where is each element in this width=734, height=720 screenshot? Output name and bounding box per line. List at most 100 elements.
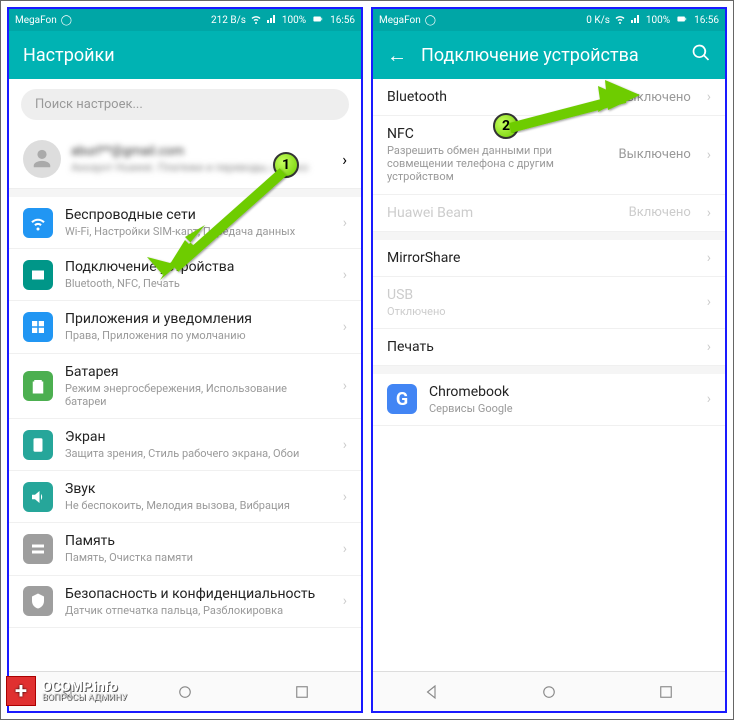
- item-subtitle: Разрешить обмен данными при совмещении т…: [387, 144, 607, 184]
- phone-left-settings: MegaFon ◯ 212 B/s 100% 16:56 Настройки: [7, 7, 363, 713]
- item-subtitle: Режим энергосбережения, Использование ба…: [65, 382, 331, 408]
- battery-icon: [310, 14, 326, 27]
- settings-item-wireless[interactable]: Беспроводные сети Wi-Fi, Настройки SIM-к…: [9, 197, 361, 249]
- item-title: Батарея: [65, 364, 331, 380]
- clock: 16:56: [330, 15, 355, 26]
- chevron-right-icon: ›: [343, 378, 347, 394]
- chevron-right-icon: ›: [343, 267, 347, 283]
- item-mirrorshare[interactable]: MirrorShare ›: [373, 240, 725, 277]
- settings-item-display[interactable]: Экран Защита зрения, Стиль рабочего экра…: [9, 419, 361, 471]
- storage-icon: [23, 534, 53, 564]
- chevron-right-icon: ›: [707, 294, 711, 310]
- page-title: Подключение устройства: [421, 45, 677, 66]
- section-divider: [373, 366, 725, 374]
- back-arrow-icon[interactable]: ←: [387, 43, 407, 68]
- chevron-right-icon: ›: [707, 339, 711, 355]
- item-title: Huawei Beam: [387, 205, 617, 221]
- settings-item-security[interactable]: Безопасность и конфиденциальность Датчик…: [9, 576, 361, 628]
- watermark: + OCOMP.info ВОПРОСЫ АДМИНУ: [6, 676, 127, 706]
- item-subtitle: Память, Очистка памяти: [65, 551, 331, 564]
- item-chromebook[interactable]: G Chromebook Сервисы Google ›: [373, 374, 725, 426]
- settings-item-battery[interactable]: Батарея Режим энергосбережения, Использо…: [9, 354, 361, 419]
- item-title: USB: [387, 287, 695, 303]
- avatar-icon: [23, 140, 61, 178]
- watermark-title: OCOMP.info: [42, 680, 127, 694]
- annotation-step-1: 1: [273, 152, 299, 178]
- device-icon: [23, 260, 53, 290]
- item-title: Подключение устройства: [65, 259, 331, 275]
- chevron-right-icon: ›: [707, 89, 711, 105]
- wifi-icon: [614, 13, 626, 28]
- search-icon[interactable]: [691, 43, 711, 68]
- item-value: Выключено: [619, 147, 691, 162]
- signal-icon: [266, 13, 278, 28]
- item-subtitle: Отключено: [387, 305, 695, 318]
- carrier-icon: ◯: [61, 15, 72, 26]
- net-speed: 0 K/s: [586, 15, 610, 26]
- chevron-right-icon: ›: [343, 215, 347, 231]
- item-title: Печать: [387, 339, 695, 355]
- chevron-right-icon: ›: [707, 147, 711, 163]
- display-icon: [23, 430, 53, 460]
- item-title: Bluetooth: [387, 89, 607, 105]
- item-title: Приложения и уведомления: [65, 311, 331, 327]
- settings-item-sound[interactable]: Звук Не беспокоить, Мелодия вызова, Вибр…: [9, 471, 361, 523]
- carrier-label: MegaFon: [379, 15, 421, 26]
- statusbar-right: MegaFon ◯ 0 K/s 100% 16:56: [373, 9, 725, 31]
- battery-icon: [674, 14, 690, 27]
- chevron-right-icon: ›: [342, 150, 347, 169]
- carrier-icon: ◯: [425, 15, 436, 26]
- wifi-icon: [250, 13, 262, 28]
- item-print[interactable]: Печать ›: [373, 329, 725, 366]
- sound-icon: [23, 482, 53, 512]
- chevron-right-icon: ›: [707, 205, 711, 221]
- google-icon: G: [387, 384, 417, 414]
- item-subtitle: Защита зрения, Стиль рабочего экрана, Об…: [65, 447, 331, 460]
- watermark-subtitle: ВОПРОСЫ АДМИНУ: [42, 694, 127, 703]
- search-input[interactable]: Поиск настроек...: [21, 89, 349, 120]
- chevron-right-icon: ›: [707, 391, 711, 407]
- item-subtitle: Права, Приложения по умолчанию: [65, 329, 331, 342]
- apps-icon: [23, 312, 53, 342]
- chevron-right-icon: ›: [343, 489, 347, 505]
- nav-back-button[interactable]: [412, 672, 452, 712]
- appbar-right: ← Подключение устройства: [373, 31, 725, 79]
- section-divider: [9, 189, 361, 197]
- item-title: Chromebook: [429, 384, 695, 400]
- android-navbar: [373, 671, 725, 711]
- item-title: Звук: [65, 481, 331, 497]
- chevron-right-icon: ›: [707, 250, 711, 266]
- item-value: Выключено: [619, 90, 691, 105]
- item-subtitle: Не беспокоить, Мелодия вызова, Вибрация: [65, 499, 331, 512]
- settings-item-storage[interactable]: Память Память, Очистка памяти ›: [9, 523, 361, 575]
- settings-item-device-connection[interactable]: Подключение устройства Bluetooth, NFC, П…: [9, 249, 361, 301]
- nav-home-button[interactable]: [165, 672, 205, 712]
- item-nfc[interactable]: NFC Разрешить обмен данными при совмещен…: [373, 116, 725, 195]
- appbar-left: Настройки: [9, 31, 361, 79]
- item-title: Беспроводные сети: [65, 207, 331, 223]
- item-bluetooth[interactable]: Bluetooth Выключено ›: [373, 79, 725, 116]
- net-speed: 212 B/s: [211, 15, 246, 26]
- item-subtitle: Wi-Fi, Настройки SIM-карт, Передача данн…: [65, 225, 331, 238]
- chevron-right-icon: ›: [343, 437, 347, 453]
- statusbar-left: MegaFon ◯ 212 B/s 100% 16:56: [9, 9, 361, 31]
- item-subtitle: Сервисы Google: [429, 402, 695, 415]
- item-subtitle: Датчик отпечатка пальца, Разблокировка: [65, 604, 331, 617]
- chevron-right-icon: ›: [343, 319, 347, 335]
- battery-pct: 100%: [646, 15, 670, 26]
- annotation-step-2: 2: [493, 113, 519, 139]
- nav-recent-button[interactable]: [282, 672, 322, 712]
- page-title: Настройки: [23, 45, 347, 66]
- chevron-right-icon: ›: [343, 541, 347, 557]
- nav-recent-button[interactable]: [646, 672, 686, 712]
- wifi-icon: [23, 208, 53, 238]
- settings-item-apps[interactable]: Приложения и уведомления Права, Приложен…: [9, 301, 361, 353]
- carrier-label: MegaFon: [15, 15, 57, 26]
- phone-right-device-connection: MegaFon ◯ 0 K/s 100% 16:56 ← Подключен: [371, 7, 727, 713]
- profile-row[interactable]: aburl**@gmail.com Аккаунт Huawei. Платеж…: [9, 130, 361, 189]
- item-title: Память: [65, 533, 331, 549]
- clock: 16:56: [694, 15, 719, 26]
- item-usb: USB Отключено ›: [373, 277, 725, 329]
- nav-home-button[interactable]: [529, 672, 569, 712]
- battery-icon: [23, 371, 53, 401]
